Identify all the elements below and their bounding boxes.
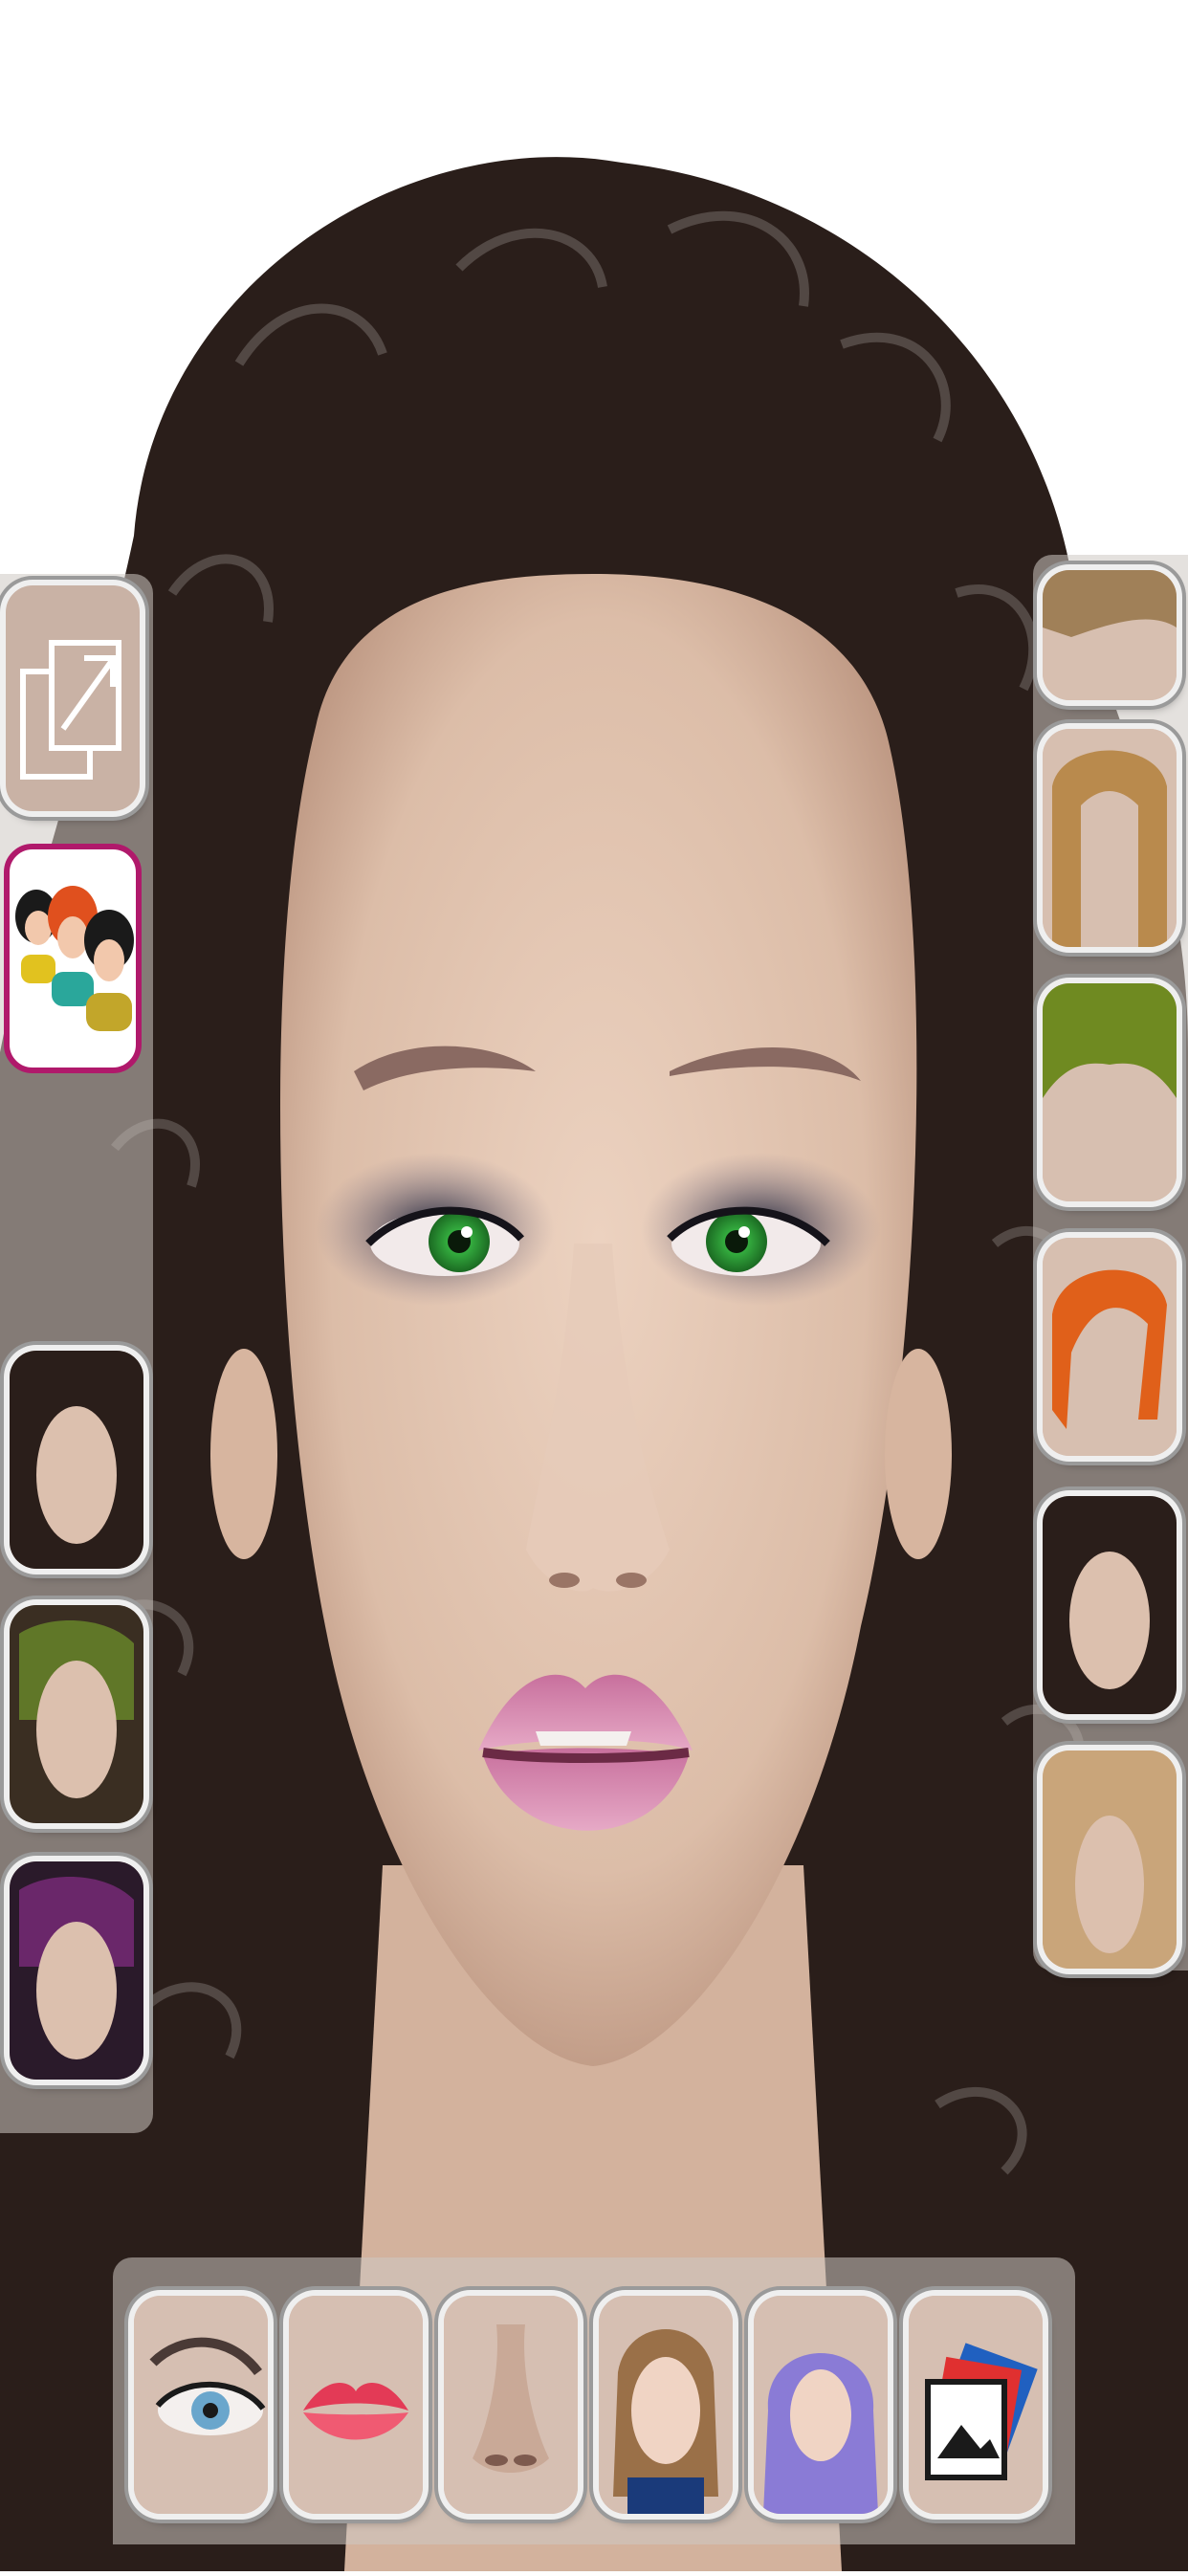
hair-style-green-spiky[interactable] xyxy=(1043,983,1177,1201)
dark-curly-hair-icon xyxy=(1043,1496,1177,1714)
long-blonde-hair-icon xyxy=(1043,729,1177,947)
share-button[interactable] xyxy=(6,585,140,811)
share-export-icon xyxy=(20,640,121,780)
hair-style-purple-curly[interactable] xyxy=(10,1861,143,2080)
face-photo xyxy=(0,157,1188,2572)
eyes-icon xyxy=(134,2296,268,2514)
people-group-icon xyxy=(15,886,134,1031)
hijab-icon xyxy=(754,2296,888,2514)
makeup-face-icon xyxy=(599,2296,733,2514)
nose-button[interactable] xyxy=(444,2296,578,2514)
hair-style-orange-bob[interactable] xyxy=(1043,1238,1177,1456)
hair-style-green-curly[interactable] xyxy=(10,1605,143,1823)
hair-style-curly-dark[interactable] xyxy=(10,1351,143,1569)
photo-gallery-icon xyxy=(909,2296,1043,2514)
hair-style-long-light-blonde[interactable] xyxy=(1043,1750,1177,1969)
photo-canvas[interactable] xyxy=(0,0,1188,2572)
long-light-blonde-hair-icon xyxy=(1043,1750,1177,1969)
eyes-button[interactable] xyxy=(134,2296,268,2514)
orange-bob-hair-icon xyxy=(1043,1238,1177,1456)
short-blonde-bob-hair-icon xyxy=(1043,570,1177,700)
makeup-face-button[interactable] xyxy=(599,2296,733,2514)
curly-dark-hair-icon xyxy=(10,1351,143,1569)
purple-streaked-curly-hair-icon xyxy=(10,1861,143,2080)
hijab-button[interactable] xyxy=(754,2296,888,2514)
lips-icon xyxy=(289,2296,423,2514)
green-spiky-hair-icon xyxy=(1043,983,1177,1201)
lips-button[interactable] xyxy=(289,2296,423,2514)
nose-icon xyxy=(444,2296,578,2514)
photo-gallery-button[interactable] xyxy=(909,2296,1043,2514)
hair-style-dark-curly[interactable] xyxy=(1043,1496,1177,1714)
hair-style-long-blonde[interactable] xyxy=(1043,729,1177,947)
hair-style-short-blonde-bob[interactable] xyxy=(1043,570,1177,700)
green-streaked-curly-hair-icon xyxy=(10,1605,143,1823)
people-group-button[interactable] xyxy=(4,844,142,1073)
